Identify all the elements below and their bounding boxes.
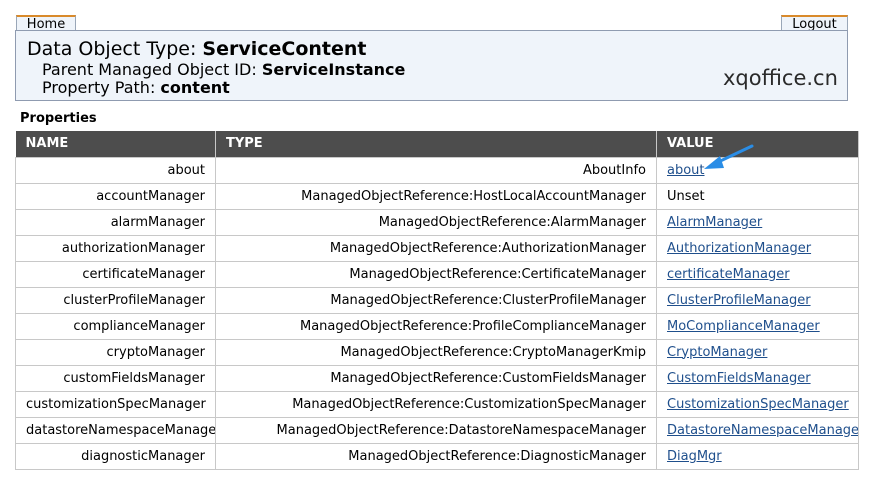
table-row: clusterProfileManager ManagedObjectRefere… — [15, 286, 859, 314]
property-value-cell: DiagMgr — [656, 442, 859, 470]
property-value-link[interactable]: CustomFieldsManager — [667, 371, 811, 386]
parent-object-value: ServiceInstance — [261, 60, 406, 79]
property-name-cell: authorizationManager — [15, 234, 216, 262]
property-value-link[interactable]: CryptoManager — [667, 345, 767, 360]
property-path-line: Property Path: content — [42, 78, 230, 97]
table-row: alarmManager ManagedObjectReference:Alarm… — [15, 208, 859, 236]
property-name-cell: cryptoManager — [15, 338, 216, 366]
property-value-link[interactable]: MoComplianceManager — [667, 319, 820, 334]
table-row: complianceManager ManagedObjectReference:… — [15, 312, 859, 340]
property-name-cell: datastoreNamespaceManager — [15, 416, 216, 444]
property-name-cell: about — [15, 156, 216, 184]
property-value-cell: ClusterProfileManager — [656, 286, 859, 314]
property-name-cell: customFieldsManager — [15, 364, 216, 392]
table-row: accountManager ManagedObjectReference:Hos… — [15, 182, 859, 210]
property-value-link[interactable]: DiagMgr — [667, 449, 722, 464]
property-name-cell: customizationSpecManager — [15, 390, 216, 418]
logout-button[interactable]: Logout — [781, 15, 848, 32]
property-name-cell: clusterProfileManager — [15, 286, 216, 314]
table-row: cryptoManager ManagedObjectReference:Cryp… — [15, 338, 859, 366]
column-header-type: TYPE — [215, 131, 657, 157]
property-type-cell: ManagedObjectReference:AlarmManager — [215, 208, 657, 236]
property-name-cell: complianceManager — [15, 312, 216, 340]
property-value-link[interactable]: DatastoreNamespaceManager — [667, 423, 858, 438]
property-name-cell: accountManager — [15, 182, 216, 210]
parent-object-label: Parent Managed Object ID: — [42, 60, 262, 79]
property-value-link[interactable]: AuthorizationManager — [667, 241, 811, 256]
property-type-cell: ManagedObjectReference:ClusterProfileMan… — [215, 286, 657, 314]
property-type-cell: ManagedObjectReference:CustomFieldsManag… — [215, 364, 657, 392]
property-value-link[interactable]: CustomizationSpecManager — [667, 397, 849, 412]
parent-object-line: Parent Managed Object ID: ServiceInstanc… — [42, 60, 405, 79]
property-type-cell: ManagedObjectReference:AuthorizationMana… — [215, 234, 657, 262]
properties-table: NAME TYPE VALUE about AboutInfo about accou… — [15, 131, 859, 470]
property-value-cell: Unset — [656, 182, 859, 210]
property-value-link[interactable]: certificateManager — [667, 267, 790, 282]
property-name-cell: alarmManager — [15, 208, 216, 236]
data-object-type-line: Data Object Type: ServiceContent — [27, 38, 367, 60]
data-object-type-value: ServiceContent — [202, 38, 367, 60]
property-type-cell: ManagedObjectReference:CryptoManagerKmip — [215, 338, 657, 366]
property-value-cell: AuthorizationManager — [656, 234, 859, 262]
property-name-cell: certificateManager — [15, 260, 216, 288]
property-value-cell: CustomFieldsManager — [656, 364, 859, 392]
property-value-cell: MoComplianceManager — [656, 312, 859, 340]
home-button[interactable]: Home — [16, 15, 76, 32]
property-type-cell: AboutInfo — [215, 156, 657, 184]
table-row: customizationSpecManager ManagedObjectRef… — [15, 390, 859, 418]
property-value-cell: CryptoManager — [656, 338, 859, 366]
property-type-cell: ManagedObjectReference:ProfileCompliance… — [215, 312, 657, 340]
property-value-cell: DatastoreNamespaceManager — [656, 416, 859, 444]
property-path-value: content — [160, 78, 230, 97]
property-value-cell: AlarmManager — [656, 208, 859, 236]
property-value-link[interactable]: about — [667, 163, 705, 178]
table-row: diagnosticManager ManagedObjectReference:… — [15, 442, 859, 470]
pointer-arrow-icon — [704, 144, 754, 169]
property-value-link[interactable]: AlarmManager — [667, 215, 762, 230]
property-value-cell: CustomizationSpecManager — [656, 390, 859, 418]
property-type-cell: ManagedObjectReference:DiagnosticManager — [215, 442, 657, 470]
property-type-cell: ManagedObjectReference:DatastoreNamespac… — [215, 416, 657, 444]
properties-heading: Properties — [20, 111, 97, 126]
property-path-label: Property Path: — [42, 78, 161, 97]
property-name-cell: diagnosticManager — [15, 442, 216, 470]
table-row: certificateManager ManagedObjectReference… — [15, 260, 859, 288]
property-type-cell: ManagedObjectReference:CustomizationSpec… — [215, 390, 657, 418]
property-value-cell: certificateManager — [656, 260, 859, 288]
data-object-type-label: Data Object Type: — [27, 38, 203, 60]
table-row: customFieldsManager ManagedObjectReferenc… — [15, 364, 859, 392]
property-type-cell: ManagedObjectReference:CertificateManage… — [215, 260, 657, 288]
column-header-name: NAME — [15, 131, 216, 157]
table-row: authorizationManager ManagedObjectReferen… — [15, 234, 859, 262]
property-type-cell: ManagedObjectReference:HostLocalAccountM… — [215, 182, 657, 210]
property-value-link[interactable]: ClusterProfileManager — [667, 293, 811, 308]
table-row: datastoreNamespaceManager ManagedObjectRe… — [15, 416, 859, 444]
watermark-text: xqoffice.cn — [723, 66, 838, 90]
